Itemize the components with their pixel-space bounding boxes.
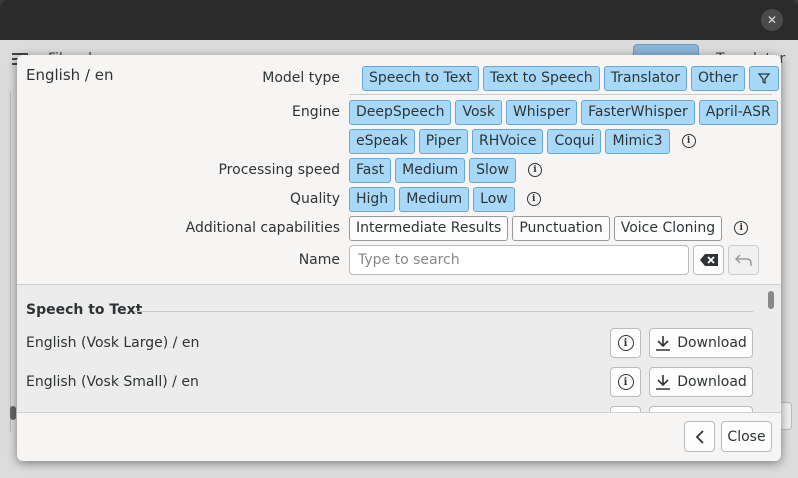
list-scrollbar[interactable] — [768, 291, 774, 309]
download-icon — [656, 375, 671, 390]
undo-icon — [734, 254, 752, 266]
filter-label-name: Name — [298, 252, 340, 268]
chip-fast[interactable]: Fast — [349, 157, 392, 183]
app-scroll-handle — [10, 406, 16, 420]
filter-row-capabilities: Additional capabilities Intermediate Res… — [17, 215, 781, 241]
chip-whisper[interactable]: Whisper — [505, 99, 578, 125]
download-button[interactable] — [649, 406, 753, 412]
app-left-border — [10, 92, 16, 432]
chip-fasterwhisper[interactable]: FasterWhisper — [581, 99, 695, 125]
chip-punctuation[interactable]: Punctuation — [512, 215, 610, 241]
chip-speech-to-text[interactable]: Speech to Text — [362, 65, 479, 91]
filter-label-processing-speed: Processing speed — [218, 162, 340, 178]
chip-espeak[interactable]: eSpeak — [349, 128, 415, 154]
chip-intermediate-results[interactable]: Intermediate Results — [349, 215, 509, 241]
filter-label-quality: Quality — [289, 191, 340, 207]
capabilities-info-icon[interactable]: i — [734, 221, 749, 235]
model-info-button[interactable] — [610, 406, 641, 412]
speed-info-icon[interactable]: i — [527, 163, 542, 177]
model-name: English (Vosk Small) / en — [26, 374, 199, 390]
close-button[interactable]: Close — [721, 421, 772, 452]
engine-info-icon[interactable]: i — [681, 134, 696, 148]
filter-row-engine: Engine DeepSpeech Vosk Whisper FasterWhi… — [17, 99, 781, 125]
chip-medium-quality[interactable]: Medium — [399, 186, 470, 212]
clear-icon — [699, 254, 718, 266]
chip-low[interactable]: Low — [473, 186, 515, 212]
download-label: Download — [677, 335, 747, 351]
model-list: Speech to Text English (Vosk Large) / en… — [17, 284, 781, 413]
chip-deepspeech[interactable]: DeepSpeech — [349, 99, 452, 125]
name-search-input[interactable] — [349, 245, 689, 275]
list-item-partial — [17, 406, 763, 412]
filter-row-processing-speed: Processing speed Fast Medium Slow i — [17, 157, 781, 183]
section-divider — [134, 311, 753, 312]
download-icon — [656, 336, 671, 351]
model-info-button[interactable]: i — [610, 328, 641, 358]
filter-separator — [349, 94, 772, 95]
download-button[interactable]: Download — [649, 367, 753, 397]
window-close-icon[interactable]: ✕ — [761, 9, 783, 31]
filter-row-model-type: Model type Speech to Text Text to Speech… — [17, 65, 781, 91]
back-button[interactable] — [684, 421, 715, 452]
window-titlebar: ✕ — [0, 0, 798, 40]
chip-vosk[interactable]: Vosk — [455, 99, 502, 125]
list-item: English (Vosk Small) / en i Download — [17, 367, 763, 399]
info-icon: i — [617, 335, 634, 351]
section-title: Speech to Text — [26, 302, 143, 318]
chip-april-asr[interactable]: April-ASR — [698, 99, 778, 125]
filter-row-quality: Quality High Medium Low i — [17, 186, 781, 212]
chip-coqui[interactable]: Coqui — [547, 128, 602, 154]
filter-label-engine: Engine — [292, 104, 340, 120]
download-button[interactable]: Download — [649, 328, 753, 358]
filter-label-capabilities: Additional capabilities — [185, 220, 340, 236]
chip-rhvoice[interactable]: RHVoice — [471, 128, 544, 154]
quality-info-icon[interactable]: i — [526, 192, 541, 206]
list-item: English (Vosk Large) / en i Download — [17, 328, 763, 360]
download-label: Download — [677, 374, 747, 390]
undo-button[interactable] — [728, 245, 759, 275]
chip-slow[interactable]: Slow — [469, 157, 516, 183]
info-icon: i — [617, 374, 634, 390]
chip-voice-cloning[interactable]: Voice Cloning — [613, 215, 723, 241]
chip-other[interactable]: Other — [690, 65, 745, 91]
chip-translator[interactable]: Translator — [603, 65, 687, 91]
model-name: English (Vosk Large) / en — [26, 335, 200, 351]
chip-high[interactable]: High — [349, 186, 396, 212]
chip-text-to-speech[interactable]: Text to Speech — [482, 65, 600, 91]
chip-medium-speed[interactable]: Medium — [395, 157, 466, 183]
chevron-left-icon — [695, 429, 704, 444]
filter-label-model-type: Model type — [262, 70, 340, 86]
model-manager-dialog: English / en Model type Speech to Text T… — [17, 55, 781, 461]
model-info-button[interactable]: i — [610, 367, 641, 397]
clear-search-button[interactable] — [693, 245, 724, 275]
filter-icon[interactable] — [748, 65, 779, 91]
chip-mimic3[interactable]: Mimic3 — [605, 128, 670, 154]
chip-piper[interactable]: Piper — [418, 128, 468, 154]
filter-row-engine-2: eSpeak Piper RHVoice Coqui Mimic3 i — [17, 128, 781, 154]
